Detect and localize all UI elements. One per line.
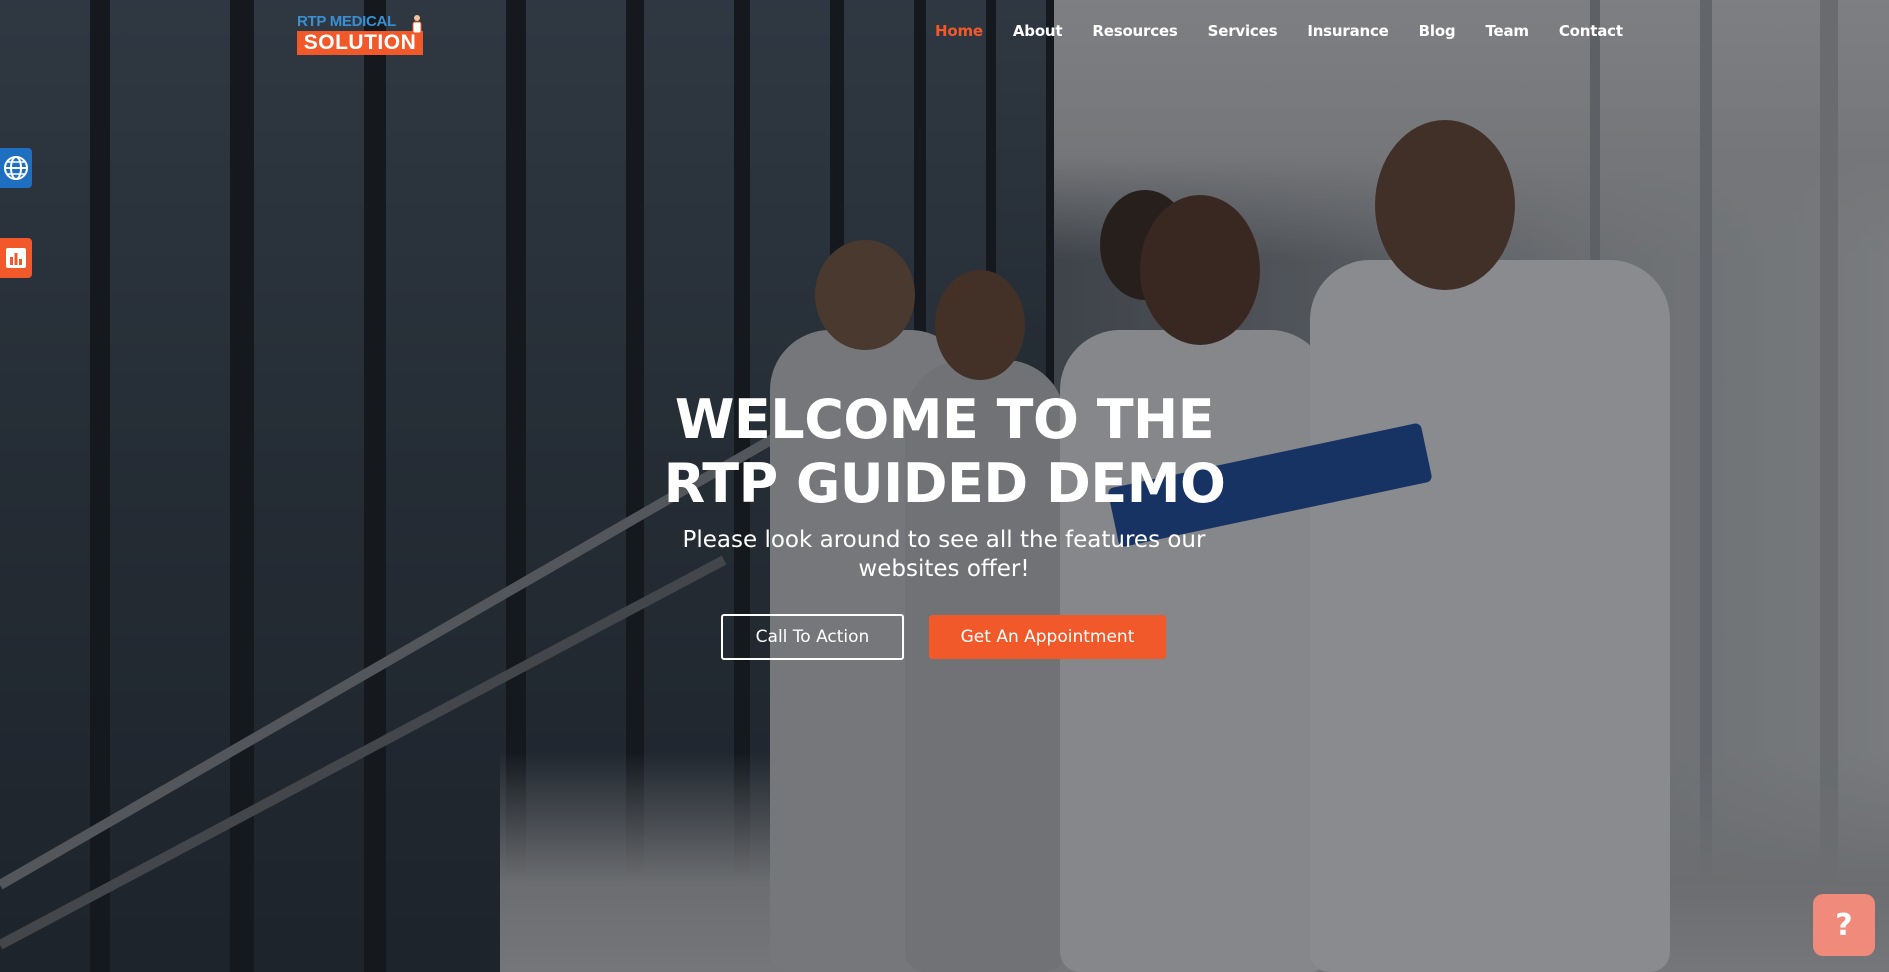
hero-title: WELCOME TO THE RTP GUIDED DEMO bbox=[0, 388, 1889, 516]
hero-title-line-1: WELCOME TO THE bbox=[674, 388, 1215, 451]
get-appointment-button[interactable]: Get An Appointment bbox=[929, 615, 1166, 659]
language-widget-button[interactable] bbox=[0, 148, 32, 188]
globe-icon bbox=[4, 156, 28, 180]
nav-home[interactable]: Home bbox=[920, 22, 998, 40]
hero-subtitle: Please look around to see all the featur… bbox=[682, 527, 1206, 582]
nav-blog[interactable]: Blog bbox=[1404, 22, 1471, 40]
doctor-figure-icon bbox=[412, 15, 422, 34]
help-button[interactable]: ? bbox=[1813, 894, 1875, 956]
logo-text-bottom: SOLUTION bbox=[297, 31, 423, 55]
nav-insurance[interactable]: Insurance bbox=[1292, 22, 1403, 40]
nav-about[interactable]: About bbox=[998, 22, 1078, 40]
nav-services[interactable]: Services bbox=[1193, 22, 1293, 40]
logo-text-top: RTP MEDICAL bbox=[297, 13, 396, 30]
hero-title-line-2: RTP GUIDED DEMO bbox=[663, 452, 1226, 515]
question-mark-icon: ? bbox=[1835, 907, 1853, 943]
nav-team[interactable]: Team bbox=[1470, 22, 1543, 40]
call-to-action-button[interactable]: Call To Action bbox=[721, 614, 904, 660]
site-logo[interactable]: RTP MEDICAL SOLUTION bbox=[297, 14, 425, 56]
main-navigation: Home About Resources Services Insurance … bbox=[920, 22, 1638, 40]
bar-chart-icon bbox=[6, 248, 26, 268]
nav-resources[interactable]: Resources bbox=[1077, 22, 1192, 40]
accessibility-stats-button[interactable] bbox=[0, 238, 32, 278]
nav-contact[interactable]: Contact bbox=[1544, 22, 1638, 40]
